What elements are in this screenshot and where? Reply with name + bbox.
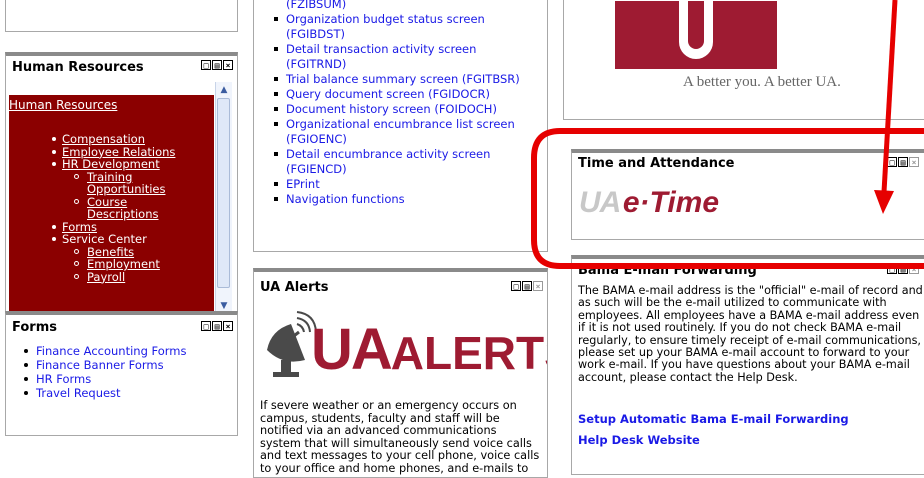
minimize-icon[interactable]: □ — [887, 157, 897, 167]
bama-email-controls: □ ▤ × — [887, 264, 919, 276]
time-attendance-portlet: Time and Attendance □ ▤ × UA e·Time — [571, 149, 924, 240]
finance-link-fgioenc[interactable]: (FGIOENC) — [254, 132, 520, 147]
maximize-icon[interactable]: ▤ — [898, 157, 908, 167]
finance-link-detail-encumbrance[interactable]: Detail encumbrance activity screen — [254, 147, 520, 162]
forms-portlet: Forms □ ▤ × Finance Accounting Forms Fin… — [5, 311, 238, 436]
forms-list: Finance Accounting Forms Finance Banner … — [14, 344, 186, 400]
ua-alerts-logo-text: UAALERTS — [311, 317, 547, 382]
minimize-icon[interactable]: □ — [201, 60, 211, 70]
forms-portlet-title: Forms — [12, 320, 57, 335]
bama-email-body: The BAMA e-mail address is the "official… — [578, 284, 923, 384]
ua-logo-u-inner — [688, 1, 704, 49]
finance-link-detail-transaction[interactable]: Detail transaction activity screen — [254, 42, 520, 57]
hr-menu-panel: Human Resources Compensation Employee Re… — [9, 95, 214, 313]
forms-link-finance-banner[interactable]: Finance Banner Forms — [14, 358, 186, 372]
finance-link-org-encumbrance[interactable]: Organizational encumbrance list screen — [254, 117, 520, 132]
hr-portlet-title: Human Resources — [12, 60, 144, 75]
finance-portlet: (FZIBSUM) Organization budget status scr… — [253, 0, 548, 252]
ua-logo-portlet: A better you. A better UA. — [563, 0, 924, 120]
close-icon[interactable]: × — [909, 157, 919, 167]
forms-link-hr[interactable]: HR Forms — [14, 372, 186, 386]
hr-menu-title[interactable]: Human Resources — [9, 98, 117, 112]
minimize-icon[interactable]: □ — [201, 321, 211, 331]
finance-link-list: (FZIBSUM) Organization budget status scr… — [254, 0, 520, 207]
alerts-portlet-controls: □ ▤ × — [511, 281, 543, 293]
ua-alerts-logo: UAALERTS — [261, 302, 547, 382]
minimize-icon[interactable]: □ — [887, 264, 897, 274]
hr-menu-item-course-cont[interactable]: Descriptions — [9, 208, 214, 221]
left-top-portlet-fragment — [5, 0, 238, 32]
etime-logo-e: e· — [620, 186, 650, 219]
setup-forwarding-link[interactable]: Setup Automatic Bama E-mail Forwarding — [578, 412, 849, 426]
close-icon[interactable]: × — [533, 281, 543, 291]
maximize-icon[interactable]: ▤ — [212, 321, 222, 331]
close-icon[interactable]: × — [223, 60, 233, 70]
hr-menu-scrollbar[interactable]: ▲ ▼ — [215, 82, 232, 315]
ua-etime-logo[interactable]: UA e·Time — [579, 186, 779, 222]
close-icon[interactable]: × — [909, 264, 919, 274]
finance-link-fgiencd[interactable]: (FGIENCD) — [254, 162, 520, 177]
close-icon[interactable]: × — [223, 321, 233, 331]
hr-menu-list: Compensation Employee Relations HR Devel… — [9, 133, 214, 283]
bama-email-title: Bama E-mail Forwarding — [578, 263, 757, 278]
scrollbar-thumb[interactable] — [217, 98, 230, 288]
alerts-portlet: UA Alerts □ ▤ × UAALERTS If severe weath… — [253, 268, 548, 478]
finance-link-navigation[interactable]: Navigation functions — [254, 192, 520, 207]
finance-link-org-budget[interactable]: Organization budget status screen — [254, 12, 520, 27]
hr-menu-item-payroll[interactable]: Payroll — [9, 270, 214, 284]
forms-link-travel-request[interactable]: Travel Request — [14, 386, 186, 400]
maximize-icon[interactable]: ▤ — [212, 60, 222, 70]
scroll-up-icon[interactable]: ▲ — [217, 83, 231, 97]
finance-link-fgitrnd[interactable]: (FGITRND) — [254, 57, 520, 72]
maximize-icon[interactable]: ▤ — [522, 281, 532, 291]
finance-link-eprint[interactable]: EPrint — [254, 177, 520, 192]
forms-portlet-controls: □ ▤ × — [201, 321, 233, 333]
alerts-portlet-title: UA Alerts — [260, 280, 329, 295]
alerts-body-text: If severe weather or an emergency occurs… — [260, 399, 540, 477]
hr-portlet-controls: □ ▤ × — [201, 60, 233, 72]
help-desk-link[interactable]: Help Desk Website — [578, 433, 700, 447]
maximize-icon[interactable]: ▤ — [898, 264, 908, 274]
time-attendance-controls: □ ▤ × — [887, 157, 919, 169]
time-attendance-title: Time and Attendance — [578, 156, 735, 171]
finance-link-trial-balance[interactable]: Trial balance summary screen (FGITBSR) — [254, 72, 520, 87]
etime-logo-ua: UA — [579, 186, 621, 219]
finance-link-fzibsum-cont[interactable]: (FZIBSUM) — [254, 0, 520, 12]
finance-link-query-document[interactable]: Query document screen (FGIDOCR) — [254, 87, 520, 102]
bama-email-portlet: Bama E-mail Forwarding □ ▤ × The BAMA e-… — [571, 255, 924, 475]
finance-link-document-history[interactable]: Document history screen (FOIDOCH) — [254, 102, 520, 117]
finance-link-fgibdst[interactable]: (FGIBDST) — [254, 27, 520, 42]
forms-link-finance-accounting[interactable]: Finance Accounting Forms — [14, 344, 186, 358]
ua-logo-block — [615, 1, 777, 69]
ua-logo-tagline: A better you. A better UA. — [683, 74, 841, 90]
etime-logo-time: Time — [649, 186, 720, 219]
minimize-icon[interactable]: □ — [511, 281, 521, 291]
